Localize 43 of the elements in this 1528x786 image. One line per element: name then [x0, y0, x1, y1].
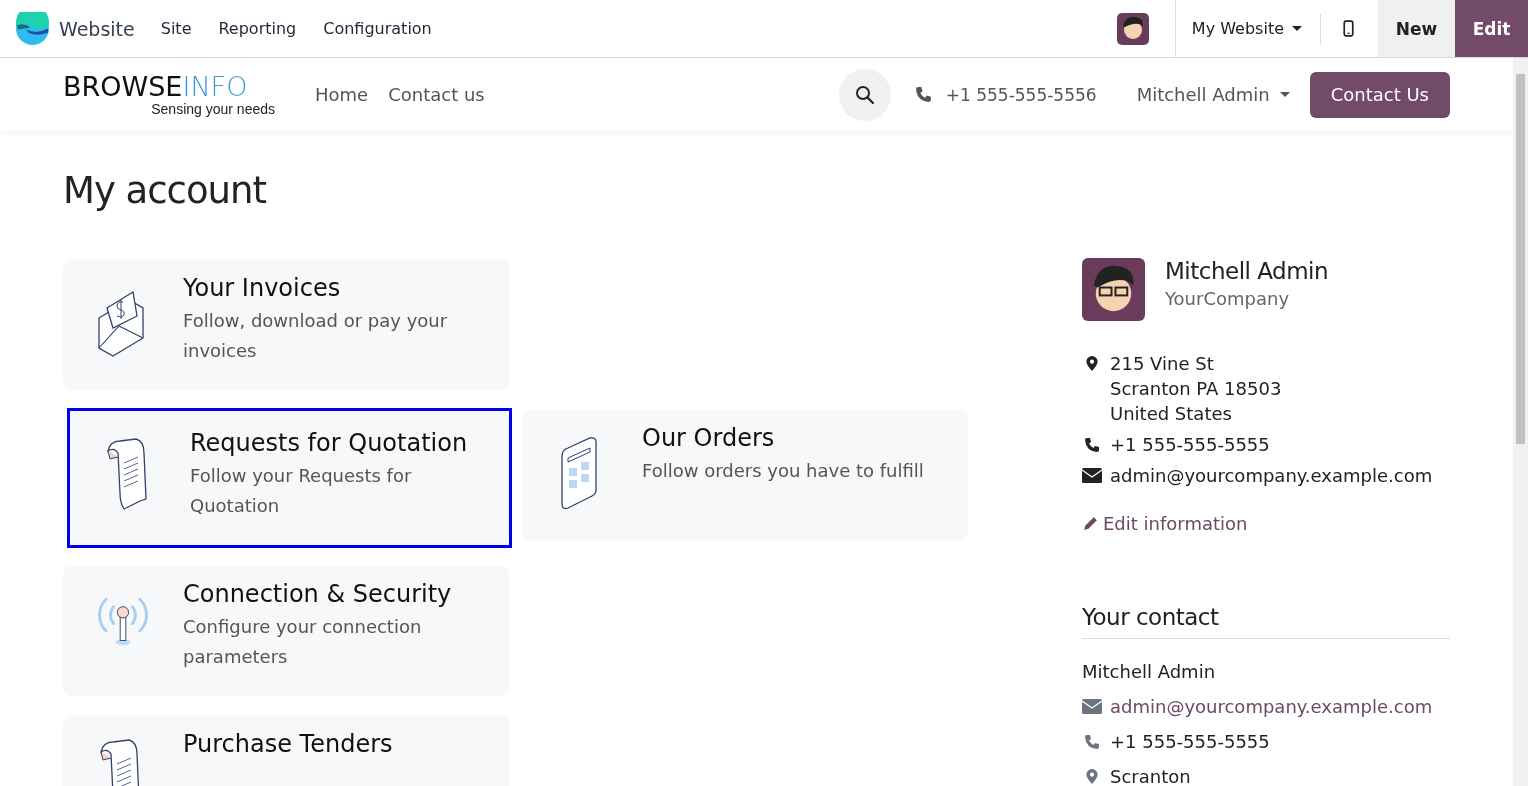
menu-item[interactable]: Reporting: [218, 19, 297, 38]
mobile-preview-icon[interactable]: [1343, 20, 1354, 37]
account-card[interactable]: Our Orders Follow orders you have to fulfill: [522, 410, 968, 540]
phone-icon: [1082, 436, 1102, 453]
city: Scranton: [1110, 765, 1191, 786]
avatar-icon: [1082, 258, 1145, 321]
avatar-icon[interactable]: [1116, 12, 1149, 45]
account-card[interactable]: Connection & Security Configure your connection parameters: [63, 566, 509, 696]
nav-link[interactable]: Contact us: [388, 84, 485, 105]
search-icon: [854, 84, 875, 105]
email-address: admin@yourcompany.example.com: [1110, 464, 1433, 488]
company-name: YourCompany: [1165, 288, 1291, 309]
edit-button[interactable]: Edit: [1455, 0, 1528, 57]
company-logo[interactable]: BROWSEINFO Sensing your needs: [63, 72, 293, 117]
contact-us-button[interactable]: Contact Us: [1309, 71, 1450, 118]
address-line: Scranton PA 18503: [1110, 377, 1282, 401]
envelope-icon: [1082, 468, 1102, 483]
address-line: 215 Vine St: [1110, 352, 1215, 376]
app-name[interactable]: Website: [59, 17, 135, 40]
app-logo-icon[interactable]: [16, 12, 49, 45]
phone-icon: [1082, 733, 1102, 750]
section-heading: Your contact: [1082, 604, 1450, 639]
account-card[interactable]: Requests for Quotation Follow your Requests for Quotation: [70, 411, 509, 545]
email-link[interactable]: admin@yourcompany.example.com: [1110, 694, 1433, 719]
nav-link[interactable]: Home: [315, 84, 369, 105]
contact-name: Mitchell Admin: [1082, 661, 1217, 682]
phone-number: +1 555-555-5555: [1110, 730, 1270, 754]
phone-icon: [914, 86, 932, 103]
pencil-icon: [1082, 515, 1099, 532]
account-card[interactable]: Purchase Tenders: [63, 716, 509, 786]
envelope-icon: [1082, 699, 1102, 714]
edit-information-link[interactable]: Edit information: [1082, 513, 1450, 534]
account-card[interactable]: Your Invoices Follow, download or pay your invoices: [63, 260, 509, 390]
profile-name: Mitchell Admin: [1165, 258, 1329, 284]
phone-number[interactable]: +1 555-555-5556: [945, 84, 1097, 105]
menu-item[interactable]: Configuration: [323, 19, 432, 38]
phone-number: +1 555-555-5555: [1110, 433, 1270, 457]
page-title: My account: [63, 169, 267, 212]
new-button[interactable]: New: [1378, 0, 1455, 57]
menu-item[interactable]: Site: [160, 19, 192, 38]
user-menu[interactable]: Mitchell Admin: [1136, 84, 1290, 105]
website-selector[interactable]: My Website: [1191, 19, 1302, 38]
address-line: United States: [1110, 402, 1233, 426]
